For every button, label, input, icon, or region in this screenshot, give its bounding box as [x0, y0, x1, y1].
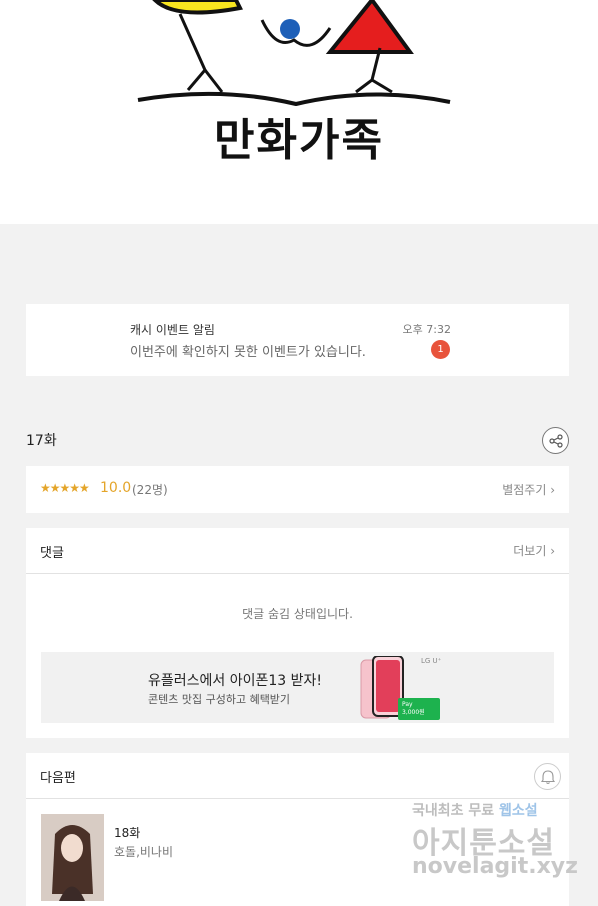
- next-title: 다음편: [40, 771, 76, 786]
- comments-title: 댓글: [40, 546, 64, 561]
- thumbnail-illustration: [41, 814, 104, 901]
- rate-button[interactable]: 별점주기 ›: [502, 481, 555, 498]
- bell-icon: [540, 770, 556, 785]
- ad-banner[interactable]: 유플러스에서 아이폰13 받자! 콘텐츠 맛집 구성하고 혜택받기 LG U⁺ …: [41, 652, 554, 723]
- comments-section: 댓글 더보기 › 댓글 숨김 상태입니다. 유플러스에서 아이폰13 받자! 콘…: [26, 528, 569, 738]
- share-icon: [549, 434, 563, 448]
- next-episode-thumbnail[interactable]: [41, 814, 104, 901]
- next-episode-number[interactable]: 18화: [114, 824, 140, 841]
- rating-bar: ★★★★★ 10.0 (22명) 별점주기 ›: [26, 466, 569, 513]
- ad-subtitle: 콘텐츠 맛집 구성하고 혜택받기: [148, 693, 291, 706]
- rating-votes: (22명): [132, 483, 168, 497]
- pay-label: Pay: [402, 701, 413, 708]
- notification-badge: 1: [431, 340, 450, 359]
- episode-title: 17화: [26, 433, 57, 449]
- notification-body: 이번주에 확인하지 못한 이벤트가 있습니다.: [130, 345, 366, 360]
- rating-score: 10.0: [100, 480, 132, 496]
- watermark-text: 국내최초 무료: [412, 803, 500, 819]
- watermark-line3: novelagit.xyz: [412, 854, 578, 879]
- watermark: 국내최초 무료 웹소설 아지툰소설 novelagit.xyz: [410, 796, 580, 886]
- notification-time: 오후 7:32: [402, 323, 451, 336]
- divider: [26, 573, 569, 574]
- hero-banner: 만화가족: [0, 0, 598, 224]
- pay-amount: 3,000원: [402, 709, 425, 716]
- watermark-line1: 국내최초 무료 웹소설: [412, 800, 538, 820]
- ad-brand-logo: LG U⁺: [421, 657, 442, 665]
- ad-title: 유플러스에서 아이폰13 받자!: [148, 673, 323, 689]
- logo-wordmark: 만화가족: [214, 115, 384, 166]
- share-button[interactable]: [542, 427, 569, 454]
- next-episode-authors: 호돌,비나비: [114, 845, 174, 859]
- notify-button[interactable]: [534, 763, 561, 790]
- comments-more-link[interactable]: 더보기 ›: [513, 542, 555, 559]
- watermark-highlight: 웹소설: [499, 803, 538, 819]
- comments-hidden-message: 댓글 숨김 상태입니다.: [242, 607, 353, 621]
- pay-badge: Pay 3,000원: [398, 698, 440, 720]
- rating-stars: ★★★★★: [40, 481, 90, 495]
- notification-title: 캐시 이벤트 알림: [130, 323, 215, 337]
- event-notification[interactable]: 캐시 이벤트 알림 오후 7:32 이번주에 확인하지 못한 이벤트가 있습니다…: [26, 304, 569, 376]
